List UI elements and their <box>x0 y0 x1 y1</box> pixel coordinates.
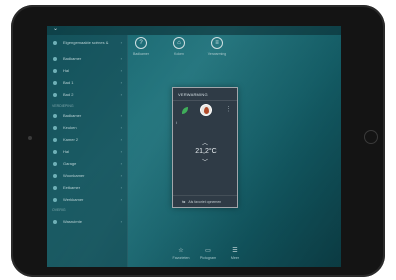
dot-icon <box>53 185 57 190</box>
tab-label: Koken <box>174 52 184 56</box>
dot-icon <box>53 113 57 118</box>
chevron-right-icon: › <box>120 219 122 224</box>
sidebar-item-label: Hal <box>63 149 70 154</box>
chevron-right-icon: › <box>120 185 122 190</box>
dot-icon <box>53 149 57 154</box>
sidebar-item-label: Hal <box>63 68 70 73</box>
chevron-right-icon: › <box>120 197 122 202</box>
leaf-icon[interactable] <box>182 107 188 114</box>
tab-koken[interactable]: ⌂ Koken <box>168 37 190 56</box>
sidebar-item-label: Bad 2 <box>63 92 74 97</box>
chevron-right-icon: › <box>120 173 122 178</box>
chevron-right-icon: › <box>120 113 122 118</box>
app-screen: ⌄ Eigengemaakte scènes & › Badkamer › Ha… <box>47 26 341 267</box>
sidebar-header-label: Eigengemaakte scènes & <box>63 40 109 45</box>
chevron-down-icon[interactable]: ﹀ <box>202 157 208 166</box>
tab-pictogram[interactable]: ▭ Pictogram <box>197 247 219 260</box>
sidebar-item-label: Keuken <box>63 125 77 130</box>
sidebar-item[interactable]: Garage › <box>47 159 127 168</box>
home-button[interactable] <box>364 130 378 144</box>
sidebar-item[interactable]: Bad 2 › <box>47 90 127 99</box>
picture-icon: ▭ <box>205 248 211 254</box>
scene-tabs: ? Badkamer ⌂ Koken ≡ Verwarming <box>130 37 228 56</box>
camera-dot <box>28 136 32 140</box>
tab-label: Badkamer <box>133 52 149 56</box>
bottom-tab-bar: ☆ Favorieten ▭ Pictogram ☰ Meer <box>47 239 341 267</box>
heating-card: VERWARMING ⋮ i ︿ 21,2°C ﹀ ⇆ Als favoriet… <box>172 87 238 208</box>
divider <box>173 100 237 101</box>
flame-button[interactable] <box>200 104 212 116</box>
tab-label: Meer <box>230 256 240 260</box>
sidebar-item-label: Kamer 2 <box>63 137 79 142</box>
chevron-down-icon[interactable]: ⌄ <box>53 26 58 32</box>
temperature-value: 21,2°C <box>195 148 217 155</box>
tab-favorieten[interactable]: ☆ Favorieten <box>170 247 192 260</box>
chevron-right-icon: › <box>120 149 122 154</box>
divider <box>173 195 237 196</box>
flame-icon <box>203 106 209 114</box>
sidebar-section-label: Verdieping <box>52 104 74 108</box>
chevron-right-icon: › <box>120 92 122 97</box>
dot-icon <box>53 80 57 85</box>
tab-label: Favorieten <box>172 256 190 260</box>
star-icon: ☆ <box>178 248 184 254</box>
question-icon: ? <box>135 37 147 49</box>
dot-icon <box>53 197 57 202</box>
sidebar-item[interactable]: Woonkamer › <box>47 171 127 180</box>
tab-label: Pictogram <box>199 256 217 260</box>
dot-icon <box>53 173 57 178</box>
card-title: VERWARMING <box>178 92 208 97</box>
info-label: i <box>176 120 177 125</box>
chevron-right-icon: › <box>120 56 122 61</box>
footer-label: Als favoriet opnemen <box>188 199 222 204</box>
tab-badkamer[interactable]: ? Badkamer <box>130 37 152 56</box>
menu-icon: ☰ <box>232 248 238 254</box>
sidebar: Eigengemaakte scènes & › Badkamer › Hal … <box>47 35 128 267</box>
sidebar-item-label: Eetkamer <box>63 185 81 190</box>
tab-verwarming[interactable]: ≡ Verwarming <box>206 37 228 56</box>
sidebar-header[interactable]: Eigengemaakte scènes & › <box>47 38 127 47</box>
tab-label: Verwarming <box>207 52 227 56</box>
chevron-right-icon: › <box>120 80 122 85</box>
settings-icon[interactable]: ⋮ <box>225 105 232 113</box>
dot-icon <box>53 125 57 130</box>
dot-icon <box>53 92 57 97</box>
home-icon: ⌂ <box>173 37 185 49</box>
dot-icon <box>53 219 57 224</box>
sidebar-item[interactable]: Kamer 2 › <box>47 135 127 144</box>
dot-icon <box>53 68 57 73</box>
chevron-right-icon: › <box>120 125 122 130</box>
add-favorite-button[interactable]: ⇆ Als favoriet opnemen <box>182 199 221 204</box>
sidebar-item[interactable]: Wasruimte › <box>47 217 127 226</box>
dot-icon <box>53 137 57 142</box>
chevron-up-icon[interactable]: ︿ <box>202 138 208 147</box>
sidebar-item[interactable]: Bad 1 › <box>47 78 127 87</box>
favorite-icon: ⇆ <box>182 199 186 204</box>
chevron-right-icon: › <box>120 161 122 166</box>
radiator-icon: ≡ <box>211 37 223 49</box>
sidebar-item[interactable]: Badkamer › <box>47 54 127 63</box>
sidebar-item-label: Badkamer <box>63 113 82 118</box>
sidebar-item-label: Badkamer <box>63 56 82 61</box>
sidebar-item[interactable]: Keuken › <box>47 123 127 132</box>
sidebar-item[interactable]: Hal › <box>47 147 127 156</box>
sidebar-item[interactable]: Badkamer › <box>47 111 127 120</box>
chevron-right-icon: › <box>120 68 122 73</box>
chevron-right-icon: › <box>120 137 122 142</box>
sidebar-item[interactable]: Hal › <box>47 66 127 75</box>
sidebar-item[interactable]: Werkkamer › <box>47 195 127 204</box>
sidebar-item-label: Woonkamer <box>63 173 85 178</box>
chevron-right-icon: › <box>120 40 122 45</box>
sidebar-item-label: Bad 1 <box>63 80 74 85</box>
sidebar-item-label: Garage <box>63 161 77 166</box>
dot-icon <box>53 161 57 166</box>
dot-icon <box>53 56 57 61</box>
tab-meer[interactable]: ☰ Meer <box>224 247 246 260</box>
sidebar-item-label: Wasruimte <box>63 219 82 224</box>
sidebar-section-label: Overig <box>52 208 66 212</box>
sidebar-item[interactable]: Eetkamer › <box>47 183 127 192</box>
sidebar-item-label: Werkkamer <box>63 197 84 202</box>
dot-icon <box>53 40 57 45</box>
top-bar: ⌄ <box>47 26 341 35</box>
